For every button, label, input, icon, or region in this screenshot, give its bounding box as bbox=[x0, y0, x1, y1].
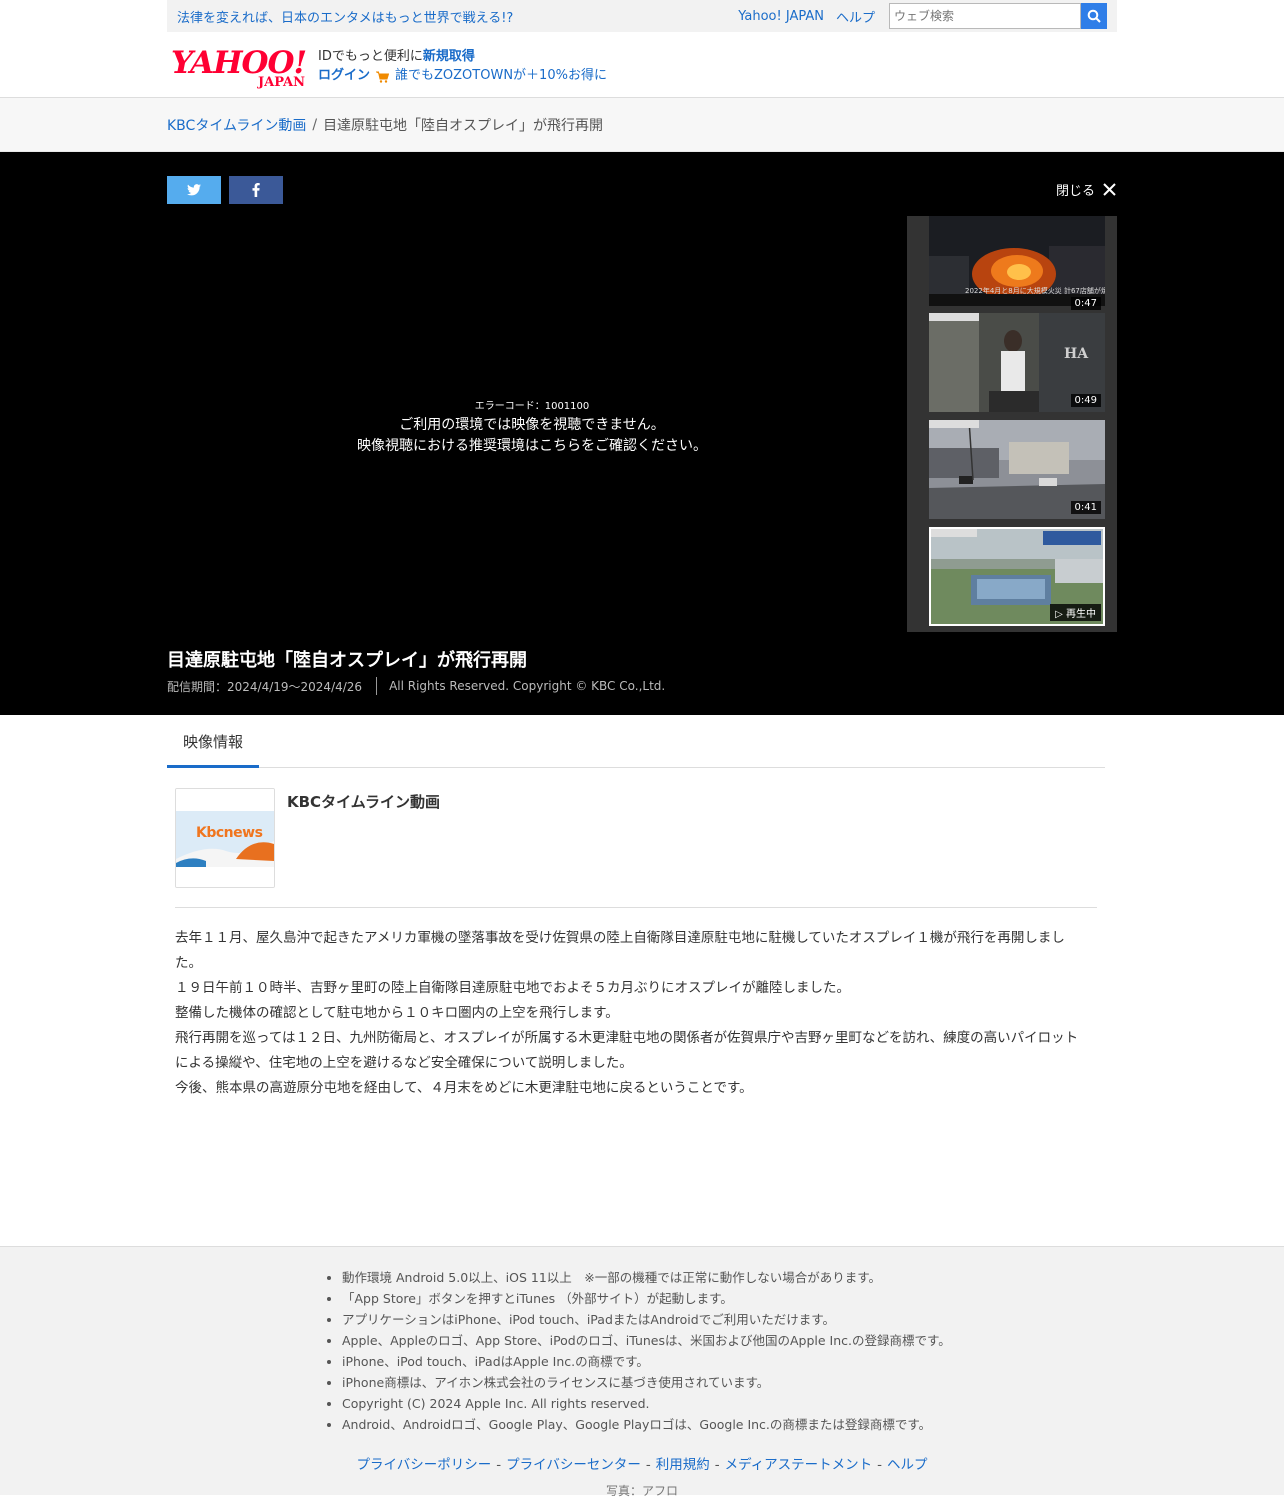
link-separator: - bbox=[496, 1457, 502, 1473]
playlist-item-active[interactable]: ▷ 再生中 bbox=[929, 527, 1105, 626]
login-link[interactable]: ログイン bbox=[318, 68, 370, 83]
playlist-item[interactable]: HA 0:49 bbox=[929, 313, 1105, 412]
footer-note: Apple、Appleのロゴ、App Store、iPodのロゴ、iTunesは… bbox=[342, 1330, 951, 1351]
error-code: エラーコード：1001100 bbox=[474, 401, 590, 412]
facebook-icon bbox=[252, 183, 260, 197]
logo-sub: JAPAN bbox=[257, 75, 305, 90]
footer-notes: 動作環境 Android 5.0以上、iOS 11以上 ※一部の機種では正常に動… bbox=[342, 1267, 951, 1435]
top-bar-right: Yahoo! JAPAN ヘルプ bbox=[738, 3, 1107, 29]
footer-note: iPhone商標は、アイホン株式会社のライセンスに基づき使用されています。 bbox=[342, 1372, 951, 1393]
cart-icon bbox=[376, 70, 390, 83]
error-line-1: ご利用の環境では映像を視聴できません。 bbox=[399, 417, 665, 433]
duration-badge: 0:41 bbox=[1070, 501, 1101, 514]
footer-note: 「App Store」ボタンを押すとiTunes （外部サイト）が起動します。 bbox=[342, 1288, 951, 1309]
close-icon bbox=[1103, 183, 1116, 196]
footer-note: 動作環境 Android 5.0以上、iOS 11以上 ※一部の機種では正常に動… bbox=[342, 1267, 951, 1288]
twitter-icon bbox=[187, 184, 201, 196]
search-icon bbox=[1087, 9, 1101, 23]
link-separator: - bbox=[714, 1457, 720, 1473]
footer-note: アプリケーションはiPhone、iPod touch、iPadまたはAndroi… bbox=[342, 1309, 951, 1330]
breadcrumb-separator: / bbox=[312, 116, 318, 133]
footer-help-link[interactable]: ヘルプ bbox=[887, 1457, 928, 1473]
help-link[interactable]: ヘルプ bbox=[836, 7, 875, 26]
channel-info: Kbcnews KBCタイムライン動画 bbox=[175, 788, 1097, 908]
signup-link[interactable]: 新規取得 bbox=[423, 49, 475, 64]
playlist[interactable]: 2022年4月と8月に大規模火災 計67店舗が焼失 0:47 HA 0:49 0… bbox=[907, 216, 1117, 632]
description-paragraph: １９日午前１０時半、吉野ヶ里町の陸上自衛隊目達原駐屯地でおよそ５カ月ぶりにオスプ… bbox=[175, 980, 850, 996]
delivery-period: 配信期間：2024/4/19〜2024/4/26 bbox=[167, 679, 363, 694]
zozo-link[interactable]: 誰でもZOZOTOWNが＋10%お得に bbox=[395, 66, 607, 85]
search-box bbox=[889, 3, 1107, 29]
play-icon: ▷ bbox=[1055, 609, 1063, 620]
thumbnail-caption: 2022年4月と8月に大規模火災 計67店舗が焼失 bbox=[965, 287, 1105, 295]
video-meta: 配信期間：2024/4/19〜2024/4/26 All Rights Rese… bbox=[167, 677, 665, 695]
duration-badge: 0:49 bbox=[1070, 394, 1101, 407]
id-text: IDでもっと便利に bbox=[318, 49, 423, 64]
playlist-item[interactable]: 2022年4月と8月に大規模火災 計67店舗が焼失 0:47 bbox=[929, 216, 1105, 315]
channel-logo-text: Kbcnews bbox=[196, 825, 263, 841]
video-description: 去年１１月、屋久島沖で起きたアメリカ軍機の墜落事故を受け佐賀県の陸上自衛隊目達原… bbox=[175, 926, 1091, 1101]
tab-video-info[interactable]: 映像情報 bbox=[167, 731, 259, 768]
breadcrumb-parent[interactable]: KBCタイムライン動画 bbox=[167, 115, 306, 135]
description-paragraph: 整備した機体の確認として駐屯地から１０キロ圏内の上空を飛行します。 bbox=[175, 1005, 619, 1021]
description-paragraph: 去年１１月、屋久島沖で起きたアメリカ軍機の墜落事故を受け佐賀県の陸上自衛隊目達原… bbox=[175, 930, 1065, 971]
media-statement-link[interactable]: メディアステートメント bbox=[725, 1457, 873, 1473]
breadcrumb: KBCタイムライン動画 / 目達原駐屯地「陸自オスプレイ」が飛行再開 bbox=[0, 98, 1284, 152]
now-playing-badge: ▷ 再生中 bbox=[1050, 604, 1101, 621]
info-tabs: 映像情報 bbox=[167, 715, 1105, 768]
account-links: IDでもっと便利に新規取得 ログイン 誰でもZOZOTOWNが＋10%お得に bbox=[318, 47, 607, 85]
twitter-share-button[interactable] bbox=[167, 176, 221, 204]
video-player-area: 閉じる エラーコード：1001100 ご利用の環境では映像を視聴できません。 映… bbox=[0, 152, 1284, 715]
footer-note: Android、Androidロゴ、Google Play、Google Pla… bbox=[342, 1414, 951, 1435]
privacy-center-link[interactable]: プライバシーセンター bbox=[506, 1457, 641, 1473]
close-button[interactable]: 閉じる bbox=[1056, 180, 1116, 199]
copyright: All Rights Reserved. Copyright © KBC Co.… bbox=[389, 679, 666, 693]
now-playing-label: 再生中 bbox=[1066, 609, 1096, 620]
channel-name[interactable]: KBCタイムライン動画 bbox=[287, 791, 440, 812]
description-paragraph: 飛行再開を巡っては１２日、九州防衛局と、オスプレイが所属する木更津駐屯地の関係者… bbox=[175, 1030, 1079, 1071]
video-error-message: エラーコード：1001100 ご利用の環境では映像を視聴できません。 映像視聴に… bbox=[167, 397, 897, 457]
footer-note: Copyright (C) 2024 Apple Inc. All rights… bbox=[342, 1393, 951, 1414]
footer-links: プライバシーポリシー - プライバシーセンター - 利用規約 - メディアステートメント - ヘ… bbox=[0, 1453, 1284, 1473]
terms-link[interactable]: 利用規約 bbox=[656, 1457, 710, 1473]
description-paragraph: 今後、熊本県の高遊原分屯地を経由して、４月末をめどに木更津駐屯地に戻るということ… bbox=[175, 1080, 753, 1096]
link-separator: - bbox=[877, 1457, 883, 1473]
video-title: 目達原駐屯地「陸自オスプレイ」が飛行再開 bbox=[167, 650, 527, 671]
duration-badge: 0:47 bbox=[1070, 297, 1101, 310]
top-bar: 法律を変えれば、日本のエンタメはもっと世界で戦える!? Yahoo! JAPAN… bbox=[167, 0, 1117, 32]
footer: 動作環境 Android 5.0以上、iOS 11以上 ※一部の機種では正常に動… bbox=[0, 1246, 1284, 1498]
footer-note: iPhone、iPod touch、iPadはApple Inc.の商標です。 bbox=[342, 1351, 951, 1372]
photo-credit: 写真：アフロ bbox=[605, 1484, 678, 1498]
facebook-share-button[interactable] bbox=[229, 176, 283, 204]
close-label: 閉じる bbox=[1056, 184, 1096, 199]
privacy-policy-link[interactable]: プライバシーポリシー bbox=[356, 1457, 491, 1473]
svg-text:HA: HA bbox=[1064, 346, 1089, 362]
breadcrumb-current: 目達原駐屯地「陸自オスプレイ」が飛行再開 bbox=[323, 117, 604, 134]
playlist-item[interactable]: 0:41 bbox=[929, 420, 1105, 519]
link-separator: - bbox=[645, 1457, 651, 1473]
header: YAHOO! JAPAN IDでもっと便利に新規取得 ログイン 誰でもZOZOT… bbox=[0, 32, 1284, 98]
meta-divider bbox=[376, 677, 378, 695]
yahoo-logo[interactable]: YAHOO! JAPAN bbox=[171, 46, 309, 90]
channel-logo[interactable]: Kbcnews bbox=[175, 788, 275, 888]
search-button[interactable] bbox=[1081, 3, 1107, 29]
promo-link[interactable]: 法律を変えれば、日本のエンタメはもっと世界で戦える!? bbox=[177, 7, 513, 26]
error-line-2[interactable]: 映像視聴における推奨環境はこちらをご確認ください。 bbox=[167, 436, 897, 457]
yahoo-japan-link[interactable]: Yahoo! JAPAN bbox=[738, 9, 824, 24]
search-input[interactable] bbox=[889, 3, 1081, 29]
